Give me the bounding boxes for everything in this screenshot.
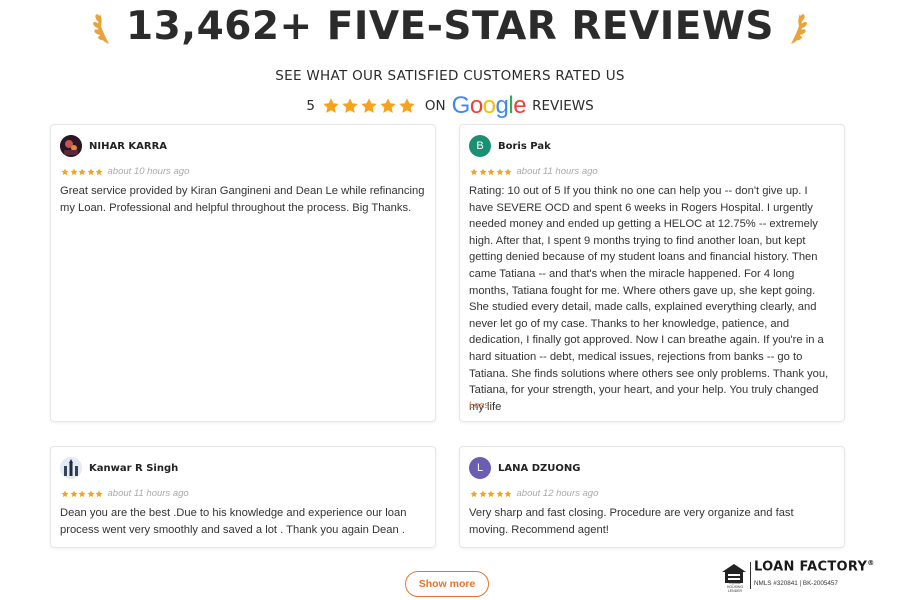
review-text: Dean you are the best .Due to his knowle… <box>60 507 407 536</box>
review-header: Kanwar R Singh <box>60 456 178 480</box>
brand-name-text: LOAN FACTORY <box>754 559 868 575</box>
reviewer-name: Kanwar R Singh <box>89 462 179 474</box>
star-icon <box>504 490 512 498</box>
on-label: ON <box>424 98 446 114</box>
review-stars <box>470 168 513 176</box>
reviewer-name: Boris Pak <box>498 140 551 152</box>
star-icon <box>479 490 487 498</box>
star-icon <box>470 168 478 176</box>
star-icon <box>496 490 504 498</box>
review-card: NIHAR KARRA about 10 hours ago Great ser… <box>50 124 436 422</box>
review-card: L LANA DZUONG about 12 hours ago Very sh… <box>459 446 845 548</box>
star-icon <box>379 97 397 115</box>
reviewer-name: LANA DZUONG <box>498 462 581 474</box>
star-icon <box>496 168 504 176</box>
star-icon <box>70 168 78 176</box>
star-icon <box>360 97 378 115</box>
brand-name: LOAN FACTORY® <box>754 559 875 574</box>
review-meta: about 12 hours ago <box>470 488 598 499</box>
star-icon <box>78 490 86 498</box>
review-time: about 12 hours ago <box>516 488 599 499</box>
review-meta: about 10 hours ago <box>61 166 189 177</box>
reviews-header: 13,462+ FIVE-STAR REVIEWS <box>0 4 900 50</box>
review-time: about 10 hours ago <box>107 166 190 177</box>
star-icon <box>61 490 69 498</box>
review-meta: about 11 hours ago <box>61 488 189 499</box>
star-icon <box>78 168 86 176</box>
review-header: B Boris Pak <box>469 134 551 158</box>
avatar <box>60 457 82 479</box>
review-header: NIHAR KARRA <box>60 134 167 158</box>
less-link[interactable]: Less <box>469 400 489 411</box>
star-icon <box>341 97 359 115</box>
avatar: L <box>469 457 491 479</box>
reviews-label: REVIEWS <box>532 98 594 114</box>
star-icon <box>470 490 478 498</box>
review-text: Rating: 10 out of 5 If you think no one … <box>469 185 829 413</box>
laurel-left-icon <box>93 14 109 44</box>
subtitle: SEE WHAT OUR SATISFIED CUSTOMERS RATED U… <box>275 68 625 84</box>
rating-value: 5 <box>306 98 315 114</box>
laurel-right-icon <box>790 14 807 44</box>
review-time: about 11 hours ago <box>107 488 189 499</box>
show-more-button[interactable]: Show more <box>405 571 489 597</box>
page-title: 13,462+ FIVE-STAR REVIEWS <box>126 4 774 49</box>
star-icon <box>87 168 95 176</box>
review-time: about 11 hours ago <box>516 166 598 177</box>
review-stars <box>470 490 513 498</box>
review-card: Kanwar R Singh about 11 hours ago Dean y… <box>50 446 436 548</box>
star-icon <box>61 168 69 176</box>
star-icon <box>95 490 103 498</box>
star-icon <box>504 168 512 176</box>
star-icon <box>70 490 78 498</box>
review-meta: about 11 hours ago <box>470 166 598 177</box>
logo-divider <box>750 562 751 589</box>
avatar: B <box>469 135 491 157</box>
star-icon <box>487 168 495 176</box>
review-card: B Boris Pak about 11 hours ago Rating: 1… <box>459 124 845 422</box>
review-stars <box>61 490 104 498</box>
star-icon <box>487 490 495 498</box>
star-icon <box>87 490 95 498</box>
loan-factory-logo: EQUAL HOUSING LENDER LOAN FACTORY® NMLS … <box>721 559 881 593</box>
ehl-label: EQUAL HOUSING LENDER <box>726 581 744 593</box>
star-icon <box>398 97 416 115</box>
review-stars <box>61 168 104 176</box>
review-text: Very sharp and fast closing. Procedure a… <box>469 507 794 536</box>
star-icon <box>95 168 103 176</box>
nmls-text: NMLS #320841 | BK-2005457 <box>754 580 838 587</box>
trademark: ® <box>867 559 875 567</box>
rating-stars <box>322 97 417 115</box>
star-icon <box>322 97 340 115</box>
review-header: L LANA DZUONG <box>469 456 580 480</box>
avatar <box>60 135 82 157</box>
reviewer-name: NIHAR KARRA <box>89 140 168 152</box>
review-text: Great service provided by Kiran Ganginen… <box>60 185 425 214</box>
star-icon <box>479 168 487 176</box>
google-logo: Google <box>451 92 527 119</box>
rating-summary: 5 ON Google REVIEWS <box>0 93 900 119</box>
